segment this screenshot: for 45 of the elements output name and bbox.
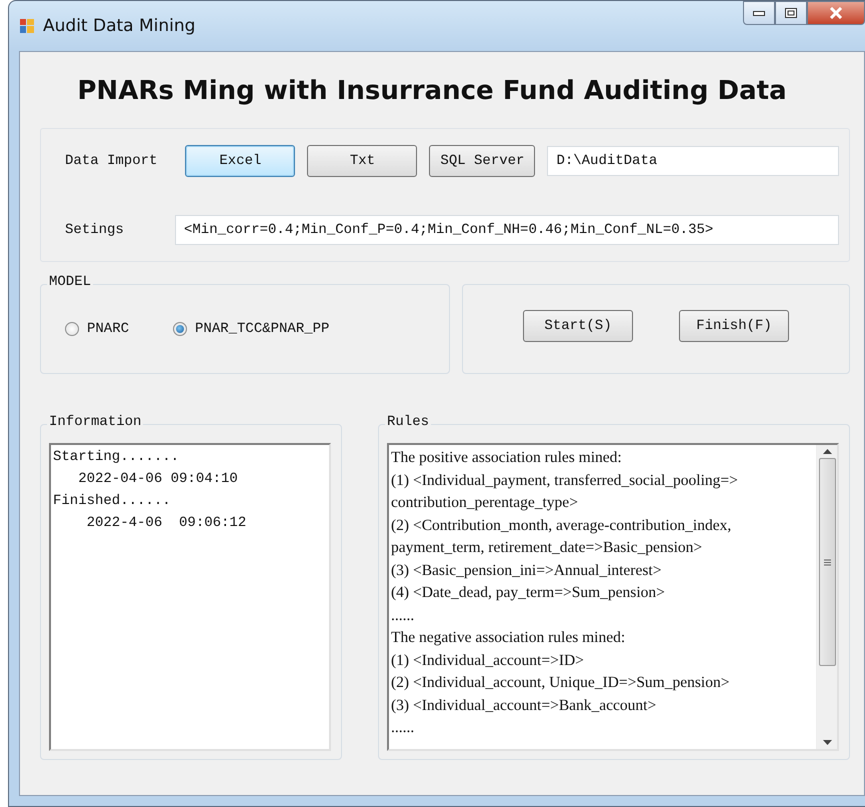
maximize-icon xyxy=(785,8,797,18)
rule-line: (2) <Contribution_month, average-contribution_index, xyxy=(391,516,732,536)
radio-option[interactable]: PNARC xyxy=(65,321,130,337)
rule-line: contribution_perentage_type> xyxy=(391,493,579,513)
minimize-button[interactable] xyxy=(743,1,775,25)
maximize-button[interactable] xyxy=(775,1,807,25)
path-field[interactable]: D:\AuditData xyxy=(547,146,839,176)
radio-button[interactable] xyxy=(65,322,79,336)
scroll-thumb[interactable] xyxy=(818,458,836,666)
rule-line: ...... xyxy=(391,606,416,626)
rule-line: (4) <Date_dead, pay_term=>Sum_pension> xyxy=(391,583,666,603)
grip-icon xyxy=(824,558,830,566)
information-box[interactable]: Starting....... 2022-04-06 09:04:10 Finished...... 2022-4-06 09:06:12 xyxy=(49,443,331,751)
scroll-up-icon[interactable] xyxy=(822,449,832,454)
settings-field[interactable]: <Min_corr=0.4;Min_Conf_P=0.4;Min_Conf_NH=0.46;Min_Conf_NL=0.35> xyxy=(175,215,839,245)
log-line: Starting....... xyxy=(53,449,180,466)
rule-line: (2) <Individual_account, Unique_ID=>Sum_pension> xyxy=(391,673,730,693)
log-line: 2022-04-06 09:04:10 xyxy=(77,471,239,488)
rule-line: (1) <Individual_payment, transferred_social_pooling=> xyxy=(391,470,739,490)
app-heading: PNARs Ming with Insurrance Fund Auditing Data xyxy=(76,76,788,106)
log-line: Finished...... xyxy=(53,493,172,510)
rule-line: The positive association rules mined: xyxy=(391,448,623,468)
import-button[interactable]: SQL Server xyxy=(429,145,536,177)
rule-line: (3) <Individual_account=>Bank_account> xyxy=(391,696,658,716)
window-title: Audit Data Mining xyxy=(43,16,196,36)
rule-line: (3) <Basic_pension_ini=>Annual_interest> xyxy=(391,560,662,580)
data-import-label: Data Import xyxy=(65,153,158,169)
action-button[interactable]: Finish(F) xyxy=(679,310,789,342)
import-button[interactable]: Excel xyxy=(185,145,296,177)
rule-line: payment_term, retirement_date=>Basic_pension> xyxy=(391,538,704,558)
rule-line: ...... xyxy=(391,718,416,738)
close-icon xyxy=(829,7,843,19)
radio-option[interactable]: PNAR_TCC&PNAR_PP xyxy=(173,321,330,337)
import-button[interactable]: Txt xyxy=(307,145,418,177)
close-button[interactable] xyxy=(807,1,865,25)
minimize-icon xyxy=(753,10,765,16)
scrollbar[interactable] xyxy=(816,445,837,749)
action-button[interactable]: Start(S) xyxy=(523,310,633,342)
rule-line: (1) <Individual_account=>ID> xyxy=(391,650,585,670)
rule-line: The negative association rules mined: xyxy=(391,628,626,648)
log-line: 2022-4-06 09:06:12 xyxy=(86,515,248,532)
radio-button[interactable] xyxy=(173,322,188,336)
settings-label: Setings xyxy=(65,222,125,238)
scroll-down-icon[interactable] xyxy=(822,740,832,745)
app-icon xyxy=(19,18,35,34)
